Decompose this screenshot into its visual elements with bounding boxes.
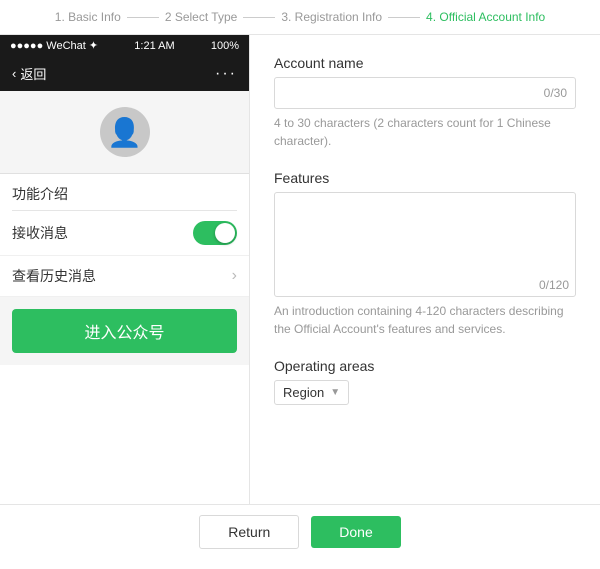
phone-status-bar: ●●●●● WeChat ✦ 1:21 AM 100% [0,35,249,56]
footer: Return Done [0,504,600,559]
features-textarea[interactable] [275,193,575,273]
phone-nav-dots[interactable]: ··· [215,65,237,83]
step-3: 3. Registration Info [281,10,382,24]
step-1: 1. Basic Info [55,10,121,24]
phone-row-history[interactable]: 查看历史消息 › [0,256,249,297]
features-textarea-wrapper: 0/120 [274,192,576,297]
account-name-count: 0/30 [544,86,567,100]
phone-toggle-knob [215,223,235,243]
features-label: Features [274,170,576,186]
step-2: 2 Select Type [165,10,238,24]
step-sep-2 [243,17,275,18]
return-button[interactable]: Return [199,515,299,549]
phone-btn-section: 进入公众号 [0,297,249,365]
account-name-input-wrapper: 0/30 [274,77,576,109]
features-count: 0/120 [275,276,575,296]
region-dropdown-icon: ▼ [330,387,340,398]
phone-avatar-section: 👤 [0,91,249,174]
phone-feature-label: 功能介绍 [0,174,249,210]
phone-row-receive: 接收消息 [0,211,249,256]
phone-signal: ●●●●● WeChat ✦ [10,39,98,52]
phone-panel: ●●●●● WeChat ✦ 1:21 AM 100% ‹ 返回 ··· 👤 功… [0,35,250,504]
phone-history-label: 查看历史消息 [12,266,96,286]
form-panel: Account name 0/30 4 to 30 characters (2 … [250,35,600,504]
main-content: ●●●●● WeChat ✦ 1:21 AM 100% ‹ 返回 ··· 👤 功… [0,35,600,504]
step-sep-1 [127,17,159,18]
phone-nav-bar: ‹ 返回 ··· [0,56,249,91]
features-hint: An introduction containing 4-120 charact… [274,302,576,338]
phone-back-button[interactable]: ‹ 返回 [12,64,46,83]
account-name-hint: 4 to 30 characters (2 characters count f… [274,114,576,150]
done-button[interactable]: Done [311,516,400,548]
phone-back-label: 返回 [20,64,46,83]
account-name-label: Account name [274,55,576,71]
region-select[interactable]: Region ▼ [274,380,349,405]
phone-body: 👤 功能介绍 接收消息 查看历史消息 › 进入公众号 [0,91,249,504]
phone-toggle[interactable] [193,221,237,245]
phone-avatar: 👤 [100,107,150,157]
step-sep-3 [388,17,420,18]
phone-battery: 100% [211,40,239,52]
operating-areas-label: Operating areas [274,358,576,374]
region-select-label: Region [283,385,324,400]
user-icon: 👤 [107,116,142,149]
operating-areas-field: Operating areas Region ▼ [274,358,576,405]
phone-receive-label: 接收消息 [12,223,68,243]
features-field: Features 0/120 An introduction containin… [274,170,576,338]
step-4: 4. Official Account Info [426,10,545,24]
step-bar: 1. Basic Info 2 Select Type 3. Registrat… [0,0,600,35]
phone-time: 1:21 AM [134,40,174,52]
account-name-field: Account name 0/30 4 to 30 characters (2 … [274,55,576,150]
phone-back-chevron: ‹ [12,66,16,81]
phone-enter-button[interactable]: 进入公众号 [12,309,237,353]
phone-row-arrow-icon: › [232,267,237,285]
